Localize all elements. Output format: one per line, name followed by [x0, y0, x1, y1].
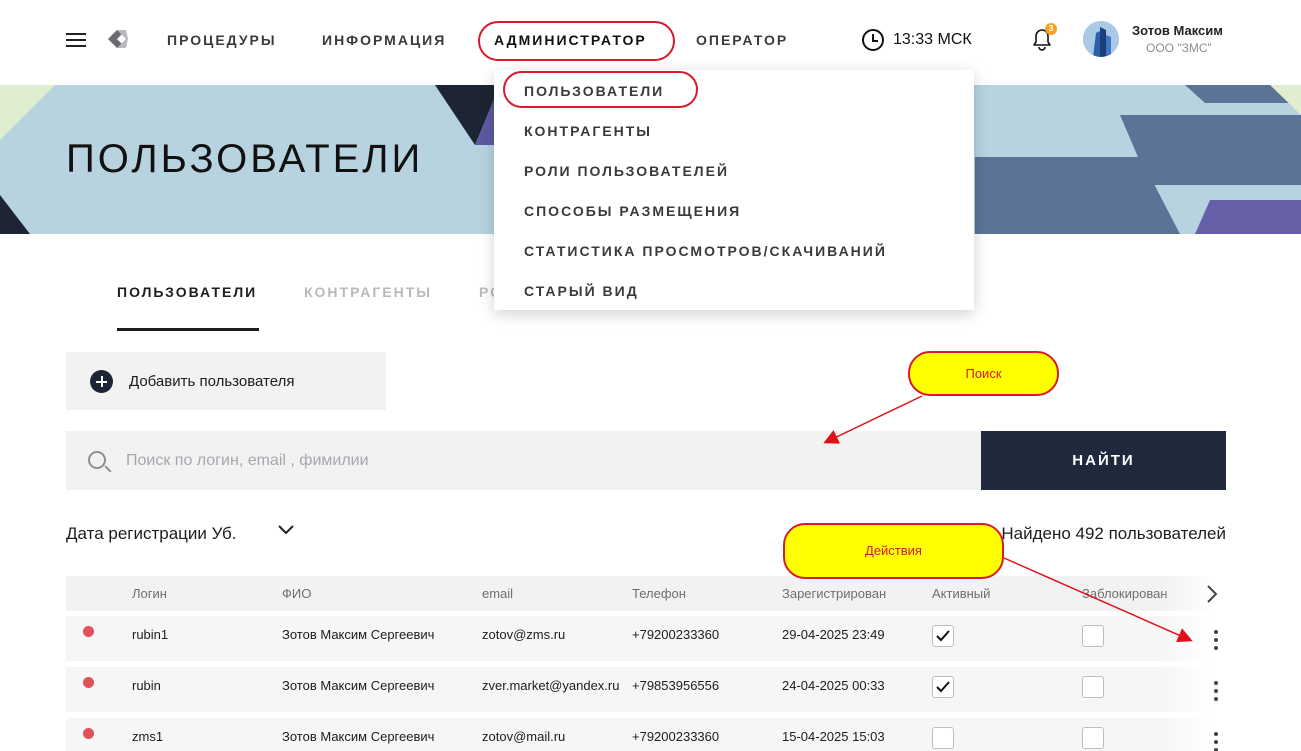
- cell-email: zver.market@yandex.ru: [482, 678, 620, 693]
- nav-item-operator[interactable]: ОПЕРАТОР: [696, 32, 788, 48]
- clock-icon: [862, 29, 884, 51]
- check-icon: [936, 630, 950, 642]
- nav-item-information[interactable]: ИНФОРМАЦИЯ: [322, 32, 446, 48]
- menu-icon[interactable]: [66, 33, 86, 47]
- active-checkbox[interactable]: [932, 727, 954, 749]
- cell-login: rubin1: [132, 627, 169, 642]
- results-count: Найдено 492 пользователей: [1001, 524, 1226, 543]
- blocked-checkbox[interactable]: [1082, 676, 1104, 698]
- kebab-menu-icon[interactable]: [1210, 630, 1222, 654]
- cell-fio: Зотов Максим Сергеевич: [282, 729, 435, 744]
- notification-badge: 3: [1045, 23, 1057, 35]
- annotation-actions: Действия: [783, 523, 1004, 579]
- table-row[interactable]: zms1 Зотов Максим Сергеевич zotov@mail.r…: [66, 718, 1226, 751]
- active-tab-indicator: [117, 328, 259, 331]
- cell-registered: 29-04-2025 23:49: [782, 627, 885, 642]
- search-input[interactable]: [126, 431, 966, 490]
- chevron-down-icon[interactable]: [278, 522, 294, 538]
- logo-icon[interactable]: [108, 30, 128, 48]
- cell-login: zms1: [132, 729, 164, 744]
- add-user-button[interactable]: Добавить пользователя: [66, 352, 386, 410]
- cell-phone: +79200233360: [632, 627, 720, 642]
- cell-login: rubin: [132, 678, 161, 693]
- blocked-checkbox[interactable]: [1082, 625, 1104, 647]
- column-header-email[interactable]: email: [482, 586, 513, 601]
- find-button[interactable]: НАЙТИ: [981, 431, 1226, 490]
- admin-dropdown-menu: ПОЛЬЗОВАТЕЛИ КОНТРАГЕНТЫ РОЛИ ПОЛЬЗОВАТЕ…: [494, 70, 974, 310]
- cell-email: zotov@mail.ru: [482, 729, 566, 744]
- check-icon: [936, 681, 950, 693]
- column-header-fio[interactable]: ФИО: [282, 586, 311, 601]
- cell-phone: +79853956556: [632, 678, 720, 693]
- current-time: 13:33 МСК: [893, 31, 972, 48]
- column-header-registered[interactable]: Зарегистрирован: [782, 586, 886, 601]
- menu-item-user-roles[interactable]: РОЛИ ПОЛЬЗОВАТЕЛЕЙ: [524, 163, 729, 179]
- column-header-login[interactable]: Логин: [132, 586, 167, 601]
- cell-fio: Зотов Максим Сергеевич: [282, 678, 435, 693]
- active-checkbox[interactable]: [932, 676, 954, 698]
- user-organization: ООО "ЗМС": [1146, 41, 1212, 55]
- cell-email: zotov@zms.ru: [482, 627, 566, 642]
- table-header: Логин ФИО email Телефон Зарегистрирован …: [66, 576, 1226, 611]
- annotation-search: Поиск: [908, 351, 1059, 396]
- menu-item-users[interactable]: ПОЛЬЗОВАТЕЛИ: [524, 83, 664, 99]
- cell-registered: 15-04-2025 15:03: [782, 729, 885, 744]
- kebab-menu-icon[interactable]: [1210, 681, 1222, 705]
- search-icon: [88, 451, 106, 469]
- status-indicator: [83, 728, 94, 739]
- cell-fio: Зотов Максим Сергеевич: [282, 627, 435, 642]
- column-header-phone[interactable]: Телефон: [632, 586, 686, 601]
- status-indicator: [83, 626, 94, 637]
- menu-item-old-view[interactable]: СТАРЫЙ ВИД: [524, 283, 639, 299]
- cell-registered: 24-04-2025 00:33: [782, 678, 885, 693]
- plus-circle-icon: [90, 370, 113, 393]
- tab-contractors[interactable]: КОНТРАГЕНТЫ: [304, 284, 432, 300]
- page-title: ПОЛЬЗОВАТЕЛИ: [66, 137, 424, 181]
- add-user-label: Добавить пользователя: [129, 373, 295, 390]
- cell-phone: +79200233360: [632, 729, 720, 744]
- column-header-blocked[interactable]: Заблокирован: [1082, 586, 1167, 601]
- active-checkbox[interactable]: [932, 625, 954, 647]
- chevron-right-icon[interactable]: [1205, 584, 1219, 604]
- user-name[interactable]: Зотов Максим: [1132, 23, 1223, 38]
- table-row[interactable]: rubin1 Зотов Максим Сергеевич zotov@zms.…: [66, 616, 1226, 661]
- table-row[interactable]: rubin Зотов Максим Сергеевич zver.market…: [66, 667, 1226, 712]
- search-bar: [66, 431, 981, 490]
- kebab-menu-icon[interactable]: [1210, 732, 1222, 751]
- tab-users[interactable]: ПОЛЬЗОВАТЕЛИ: [117, 284, 257, 300]
- sort-select[interactable]: Дата регистрации Уб.: [66, 524, 237, 544]
- status-indicator: [83, 677, 94, 688]
- nav-item-administrator[interactable]: АДМИНИСТРАТОР: [494, 32, 647, 48]
- avatar-image[interactable]: [1083, 21, 1119, 57]
- menu-item-contractors[interactable]: КОНТРАГЕНТЫ: [524, 123, 652, 139]
- blocked-checkbox[interactable]: [1082, 727, 1104, 749]
- menu-item-view-download-stats[interactable]: СТАТИСТИКА ПРОСМОТРОВ/СКАЧИВАНИЙ: [524, 243, 887, 259]
- menu-item-placement-methods[interactable]: СПОСОБЫ РАЗМЕЩЕНИЯ: [524, 203, 741, 219]
- column-header-active[interactable]: Активный: [932, 586, 990, 601]
- nav-item-procedures[interactable]: ПРОЦЕДУРЫ: [167, 32, 277, 48]
